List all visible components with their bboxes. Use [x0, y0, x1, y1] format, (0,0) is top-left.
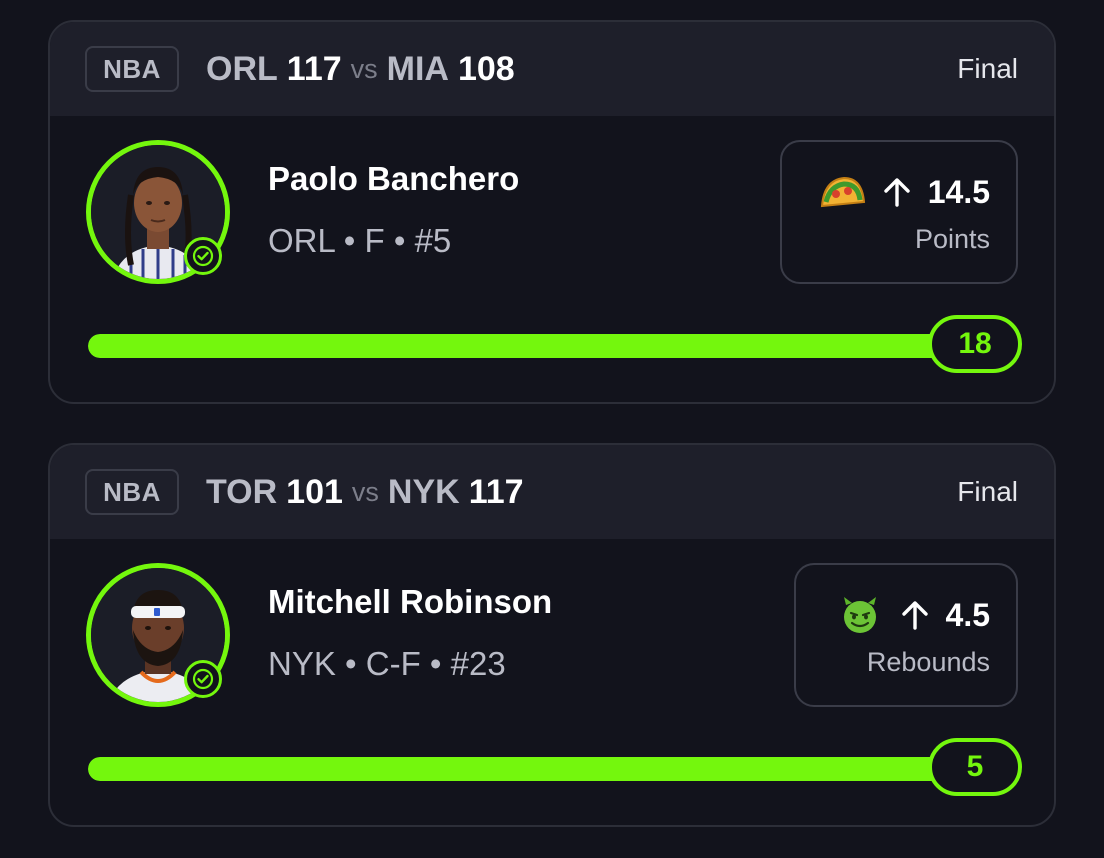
game-status: Final	[957, 476, 1018, 507]
arrow-up-icon	[884, 178, 910, 207]
taco-emoji-icon	[820, 176, 865, 208]
league-badge: NBA	[85, 46, 179, 92]
progress-bar	[88, 334, 988, 358]
game-header: NBA ORL 117 vs MIA 108 Final	[50, 22, 1054, 116]
result-value-badge: 5	[928, 738, 1022, 796]
pick-line-row: 4.5	[836, 595, 990, 635]
verified-check-icon	[184, 660, 222, 698]
progress-fill	[88, 757, 988, 781]
game-matchup: ORL 117 vs MIA 108	[206, 46, 515, 92]
pick-line-value: 4.5	[945, 596, 990, 633]
pick-card[interactable]: NBA ORL 117 vs MIA 108 Final Paolo Banch…	[48, 20, 1056, 404]
pick-line-value: 14.5	[927, 173, 990, 210]
league-badge: NBA	[85, 469, 179, 515]
result-value-badge: 18	[928, 315, 1022, 373]
home-team: NYK	[387, 472, 460, 511]
away-team: TOR	[206, 472, 278, 511]
away-score: 101	[286, 472, 343, 511]
pick-box[interactable]: 4.5 Rebounds	[794, 563, 1018, 707]
verified-check-icon	[184, 237, 222, 275]
away-team: ORL	[206, 49, 278, 88]
player-name: Paolo Banchero	[268, 160, 520, 197]
home-team: MIA	[386, 49, 449, 88]
game-matchup: TOR 101 vs NYK 117	[206, 469, 524, 515]
pick-stat-label: Points	[914, 224, 990, 254]
picks-page: NBA ORL 117 vs MIA 108 Final Paolo Banch…	[0, 0, 1104, 858]
arrow-up-icon	[901, 601, 928, 630]
vs-label: vs	[350, 53, 378, 84]
pick-line-row: 14.5	[818, 172, 990, 212]
game-status: Final	[957, 53, 1018, 84]
progress-bar	[88, 757, 988, 781]
pick-box[interactable]: 14.5 Points	[780, 140, 1018, 284]
pick-stat-label: Rebounds	[866, 647, 990, 677]
player-name: Mitchell Robinson	[268, 583, 553, 620]
home-score: 108	[457, 49, 515, 88]
away-score: 117	[286, 49, 342, 88]
vs-label: vs	[351, 476, 379, 507]
pick-card[interactable]: NBA TOR 101 vs NYK 117 Final Mitchell Ro…	[48, 443, 1056, 827]
game-header: NBA TOR 101 vs NYK 117 Final	[50, 445, 1054, 539]
home-score: 117	[468, 472, 524, 511]
player-meta: ORL • F • #5	[268, 222, 452, 259]
progress-fill	[88, 334, 988, 358]
green-devil-emoji-icon	[843, 597, 876, 633]
player-meta: NYK • C-F • #23	[268, 645, 506, 682]
